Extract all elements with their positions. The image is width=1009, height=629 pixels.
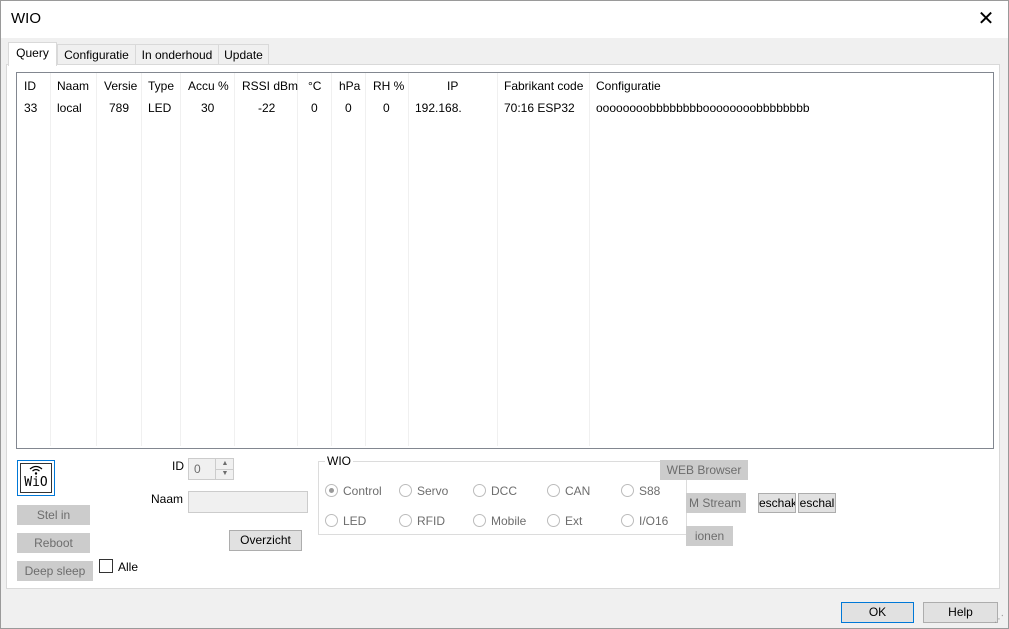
table-cell[interactable]: 70:16 ESP32 xyxy=(504,101,575,115)
window-title: WIO xyxy=(11,10,41,27)
id-label: ID xyxy=(172,459,184,473)
column-separator xyxy=(589,73,590,446)
radio-s88[interactable] xyxy=(621,484,634,497)
radio-can[interactable] xyxy=(547,484,560,497)
column-separator xyxy=(497,73,498,446)
column-separator xyxy=(234,73,235,446)
column-header-type[interactable]: Type xyxy=(148,79,174,93)
table-cell[interactable]: 0 xyxy=(383,101,390,115)
column-header-id[interactable]: ID xyxy=(24,79,36,93)
column-separator xyxy=(180,73,181,446)
table-cell[interactable]: 0 xyxy=(345,101,352,115)
tab-query[interactable]: Query xyxy=(8,42,57,66)
radio-led[interactable] xyxy=(325,514,338,527)
table-cell[interactable]: 30 xyxy=(201,101,214,115)
ok-button[interactable]: OK xyxy=(841,602,914,623)
table-cell[interactable]: local xyxy=(57,101,82,115)
radio-dcc[interactable] xyxy=(473,484,486,497)
table-cell[interactable]: 789 xyxy=(109,101,129,115)
id-value: 0 xyxy=(194,462,201,476)
data-grid[interactable] xyxy=(16,72,994,449)
column-header-configuratie[interactable]: Configuratie xyxy=(596,79,661,93)
resize-grip-icon[interactable]: ⋰ xyxy=(994,614,1006,626)
radio-mobile[interactable] xyxy=(473,514,486,527)
radio-label-control: Control xyxy=(343,484,382,498)
radio-control[interactable] xyxy=(325,484,338,497)
deep-sleep-button[interactable]: Deep sleep xyxy=(17,561,93,581)
radio-label-can: CAN xyxy=(565,484,591,498)
table-cell[interactable]: oooooooobbbbbbbboooooooobbbbbbbb xyxy=(596,101,810,115)
column-header-ip[interactable]: IP xyxy=(447,79,458,93)
column-separator xyxy=(96,73,97,446)
wio-logo: WiO xyxy=(17,460,55,496)
table-cell[interactable]: 0 xyxy=(311,101,318,115)
column-separator xyxy=(297,73,298,446)
table-cell[interactable]: LED xyxy=(148,101,171,115)
radio-label-io16: I/O16 xyxy=(639,514,669,528)
title-bar xyxy=(0,0,1009,38)
radio-label-led: LED xyxy=(343,514,367,528)
column-header-fabrikant-code[interactable]: Fabrikant code xyxy=(504,79,583,93)
radio-servo[interactable] xyxy=(399,484,412,497)
stream-button[interactable]: M Stream xyxy=(686,493,746,513)
stel-in-button[interactable]: Stel in xyxy=(17,505,90,525)
column-separator xyxy=(365,73,366,446)
eschak-button[interactable]: eschak xyxy=(758,493,796,513)
column-header-rssi[interactable]: RSSI dBm xyxy=(242,79,298,93)
table-cell[interactable]: -22 xyxy=(258,101,275,115)
stepper-down-icon[interactable]: ▼ xyxy=(215,469,234,479)
radio-io16[interactable] xyxy=(621,514,634,527)
web-browser-button[interactable]: WEB Browser xyxy=(660,460,748,480)
column-separator xyxy=(331,73,332,446)
tab-in-onderhoud[interactable]: In onderhoud xyxy=(135,44,219,65)
column-separator xyxy=(141,73,142,446)
radio-ext[interactable] xyxy=(547,514,560,527)
column-header-versie[interactable]: Versie xyxy=(104,79,137,93)
tab-update[interactable]: Update xyxy=(218,44,269,65)
eschal-button[interactable]: eschal xyxy=(798,493,836,513)
wifi-icon xyxy=(29,465,43,475)
ionen-button[interactable]: ionen xyxy=(686,526,733,546)
table-cell[interactable]: 33 xyxy=(24,101,37,115)
column-header-accu[interactable]: Accu % xyxy=(188,79,229,93)
table-cell[interactable]: 192.168. xyxy=(415,101,462,115)
naam-label: Naam xyxy=(151,492,184,506)
reboot-button[interactable]: Reboot xyxy=(17,533,90,553)
column-separator xyxy=(50,73,51,446)
radio-label-ext: Ext xyxy=(565,514,583,528)
overzicht-button[interactable]: Overzicht xyxy=(229,530,302,551)
id-stepper[interactable]: 0 ▲ ▼ xyxy=(188,458,234,480)
tab-configuratie[interactable]: Configuratie xyxy=(57,44,136,65)
help-button[interactable]: Help xyxy=(923,602,998,623)
radio-label-mobile: Mobile xyxy=(491,514,527,528)
close-icon[interactable]: ✕ xyxy=(974,8,998,30)
column-header-temp[interactable]: °C xyxy=(308,79,321,93)
radio-label-rfid: RFID xyxy=(417,514,445,528)
logo-text: WiO xyxy=(24,475,48,490)
radio-label-s88: S88 xyxy=(639,484,661,498)
column-header-rh[interactable]: RH % xyxy=(373,79,404,93)
naam-field[interactable] xyxy=(188,491,308,513)
column-separator xyxy=(408,73,409,446)
wio-group-title: WIO xyxy=(325,454,353,468)
alle-checkbox[interactable] xyxy=(99,559,113,573)
column-header-hpa[interactable]: hPa xyxy=(339,79,360,93)
column-header-naam[interactable]: Naam xyxy=(57,79,89,93)
radio-rfid[interactable] xyxy=(399,514,412,527)
radio-label-dcc: DCC xyxy=(491,484,517,498)
radio-label-servo: Servo xyxy=(417,484,449,498)
alle-label: Alle xyxy=(118,560,139,574)
